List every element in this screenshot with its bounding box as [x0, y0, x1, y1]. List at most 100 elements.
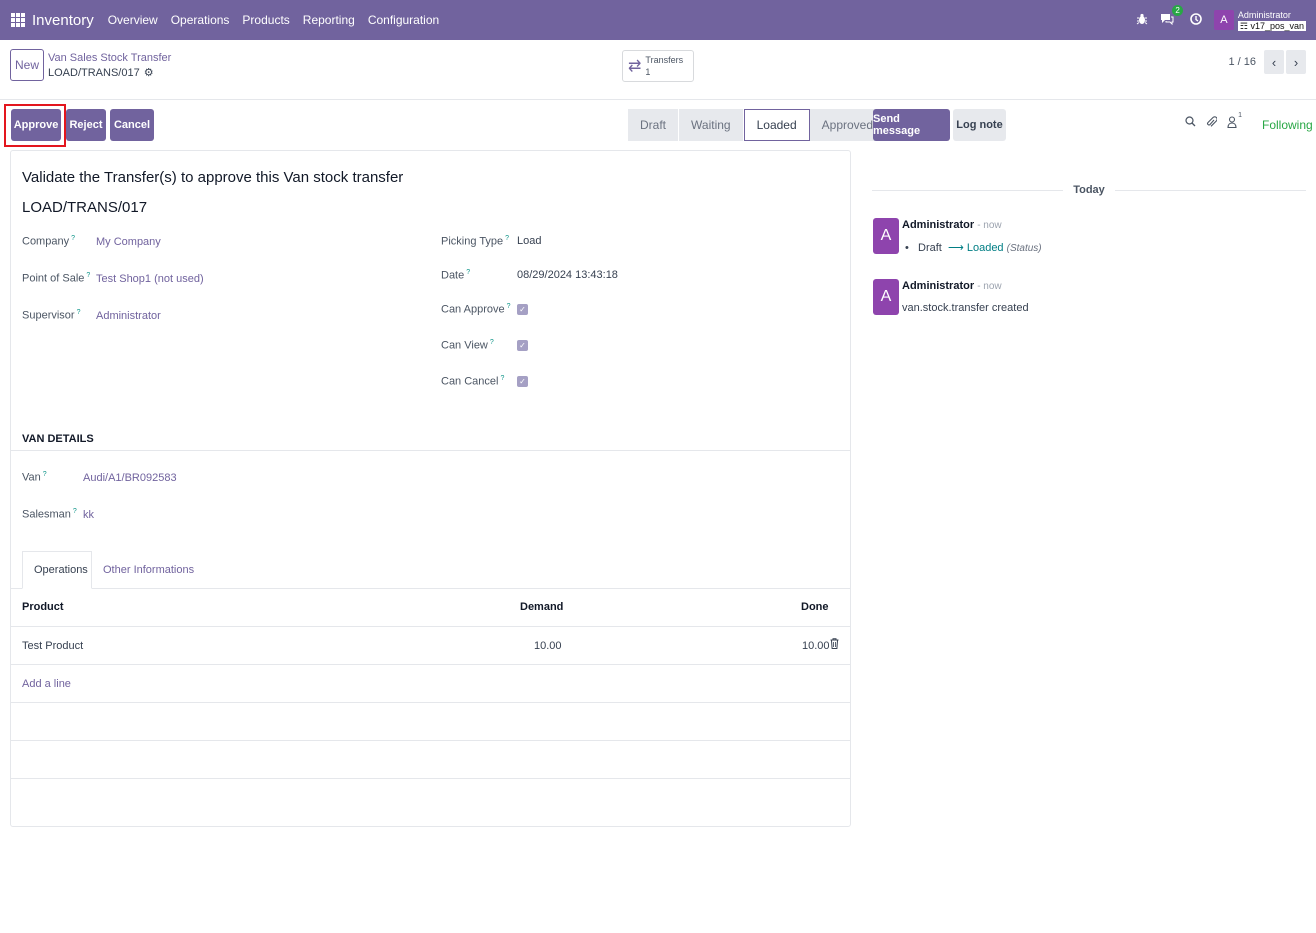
help-icon: ?: [71, 235, 75, 242]
can-cancel-checkbox[interactable]: ✓: [517, 376, 528, 387]
form-title: Validate the Transfer(s) to approve this…: [22, 169, 404, 186]
transfer-arrows-icon: ⇄: [628, 58, 642, 75]
supervisor-field[interactable]: Administrator: [96, 310, 161, 322]
salesman-field[interactable]: kk: [83, 509, 94, 521]
cancel-button[interactable]: Cancel: [110, 109, 154, 141]
avatar[interactable]: A: [1213, 10, 1234, 30]
table-row-divider: [11, 740, 850, 741]
help-icon: ?: [72, 508, 77, 515]
new-button[interactable]: New: [10, 49, 44, 81]
approve-highlight-box: [4, 104, 66, 147]
can-cancel-label: Can Cancel?: [441, 375, 505, 388]
bug-icon[interactable]: [1136, 13, 1148, 28]
form-reference: LOAD/TRANS/017: [22, 199, 148, 216]
menu-products[interactable]: Products: [242, 13, 289, 27]
pager-value[interactable]: 1 / 16: [1228, 56, 1256, 68]
app-name[interactable]: Inventory: [32, 12, 94, 29]
trash-icon[interactable]: [830, 638, 839, 652]
smart-button-count: 1: [645, 67, 651, 77]
search-icon[interactable]: [1185, 116, 1196, 131]
column-header-demand[interactable]: Demand: [520, 601, 563, 613]
date-label: Date?: [441, 269, 471, 282]
status-stages: Draft Waiting Loaded Approved: [628, 109, 887, 141]
message-body: van.stock.transfer created: [902, 302, 1029, 314]
date-separator-label: Today: [1073, 184, 1105, 196]
send-message-button[interactable]: Send message: [873, 109, 950, 141]
stage-loaded[interactable]: Loaded: [743, 109, 810, 141]
company-field[interactable]: My Company: [96, 236, 161, 248]
chat-icon[interactable]: 2: [1160, 4, 1183, 28]
user-name: Administrator: [1237, 9, 1291, 20]
can-approve-checkbox[interactable]: ✓: [517, 304, 528, 315]
pager-next-button[interactable]: ›: [1286, 50, 1306, 74]
cell-demand[interactable]: 10.00: [534, 640, 562, 652]
message-author-name[interactable]: Administrator: [902, 280, 974, 292]
message-avatar[interactable]: A: [873, 279, 899, 315]
table-row-divider: [11, 664, 850, 665]
clock-icon[interactable]: [1190, 12, 1202, 28]
top-navbar: Inventory Overview Operations Products R…: [0, 0, 1316, 40]
following-button[interactable]: Following: [1262, 118, 1313, 132]
column-header-done[interactable]: Done: [801, 601, 829, 613]
tab-other-informations[interactable]: Other Informations: [92, 551, 205, 589]
tracking-new-value: Loaded: [966, 242, 1004, 254]
date-field[interactable]: 08/29/2024 13:43:18: [517, 269, 618, 281]
chatter-topbar-icons: 1: [1185, 112, 1247, 131]
tab-operations[interactable]: Operations: [22, 551, 92, 589]
gear-icon[interactable]: ⚙: [144, 66, 154, 81]
help-icon: ?: [42, 471, 47, 478]
stage-waiting[interactable]: Waiting: [679, 109, 744, 141]
apps-grid-icon[interactable]: [11, 13, 25, 27]
tracking-value: • Draft ⟶ Loaded (Status): [905, 242, 1042, 254]
navbar-systray: 2 A Administrator ☶ v17_pos_van: [1124, 0, 1306, 40]
menu-overview[interactable]: Overview: [108, 13, 158, 27]
tabs-divider: [11, 588, 850, 589]
message-time: - now: [977, 281, 1002, 292]
picking-type-label: Picking Type?: [441, 235, 510, 248]
message-time: - now: [977, 220, 1002, 231]
section-divider: [11, 450, 850, 451]
control-panel-divider: [0, 99, 1316, 100]
database-name: ☶ v17_pos_van: [1237, 20, 1306, 31]
table-row-divider: [11, 702, 850, 703]
point-of-sale-field[interactable]: Test Shop1 (not used): [96, 273, 204, 285]
database-icon: ☶: [1239, 20, 1248, 31]
message-author-name[interactable]: Administrator: [902, 219, 974, 231]
stage-draft[interactable]: Draft: [628, 109, 680, 141]
followers-icon[interactable]: 1: [1227, 112, 1242, 131]
followers-count: 1: [1238, 112, 1242, 119]
user-menu[interactable]: Administrator ☶ v17_pos_van: [1237, 9, 1306, 31]
menu-configuration[interactable]: Configuration: [368, 13, 439, 27]
cell-product[interactable]: Test Product: [22, 640, 83, 652]
arrow-right-icon: ⟶: [948, 242, 964, 254]
help-icon: ?: [489, 339, 494, 346]
message-author: Administrator - now: [902, 219, 1002, 231]
add-line-link[interactable]: Add a line: [22, 678, 71, 690]
table-row-divider: [11, 626, 850, 627]
help-icon: ?: [506, 303, 511, 310]
tracking-field-name: (Status): [1006, 243, 1042, 254]
menu-operations[interactable]: Operations: [171, 13, 230, 27]
help-icon: ?: [505, 235, 510, 242]
breadcrumb: Van Sales Stock Transfer LOAD/TRANS/017 …: [48, 51, 171, 81]
paperclip-icon[interactable]: [1206, 116, 1218, 131]
cell-done[interactable]: 10.00: [802, 640, 830, 652]
van-field[interactable]: Audi/A1/BR092583: [83, 472, 177, 484]
supervisor-label: Supervisor?: [22, 309, 81, 322]
company-label: Company?: [22, 235, 75, 248]
pager-previous-button[interactable]: ‹: [1264, 50, 1284, 74]
tracking-old-value: Draft: [918, 242, 942, 254]
help-icon: ?: [466, 269, 471, 276]
help-icon: ?: [76, 309, 81, 316]
can-view-checkbox[interactable]: ✓: [517, 340, 528, 351]
reject-button[interactable]: Reject: [66, 109, 106, 141]
transfers-smart-button[interactable]: ⇄ Transfers 1: [622, 50, 694, 82]
can-approve-label: Can Approve?: [441, 303, 511, 316]
menu-reporting[interactable]: Reporting: [303, 13, 355, 27]
column-header-product[interactable]: Product: [22, 601, 64, 613]
message-avatar[interactable]: A: [873, 218, 899, 254]
date-separator: Today: [872, 183, 1307, 197]
log-note-button[interactable]: Log note: [953, 109, 1006, 141]
picking-type-field[interactable]: Load: [517, 235, 541, 247]
breadcrumb-parent[interactable]: Van Sales Stock Transfer: [48, 51, 171, 66]
